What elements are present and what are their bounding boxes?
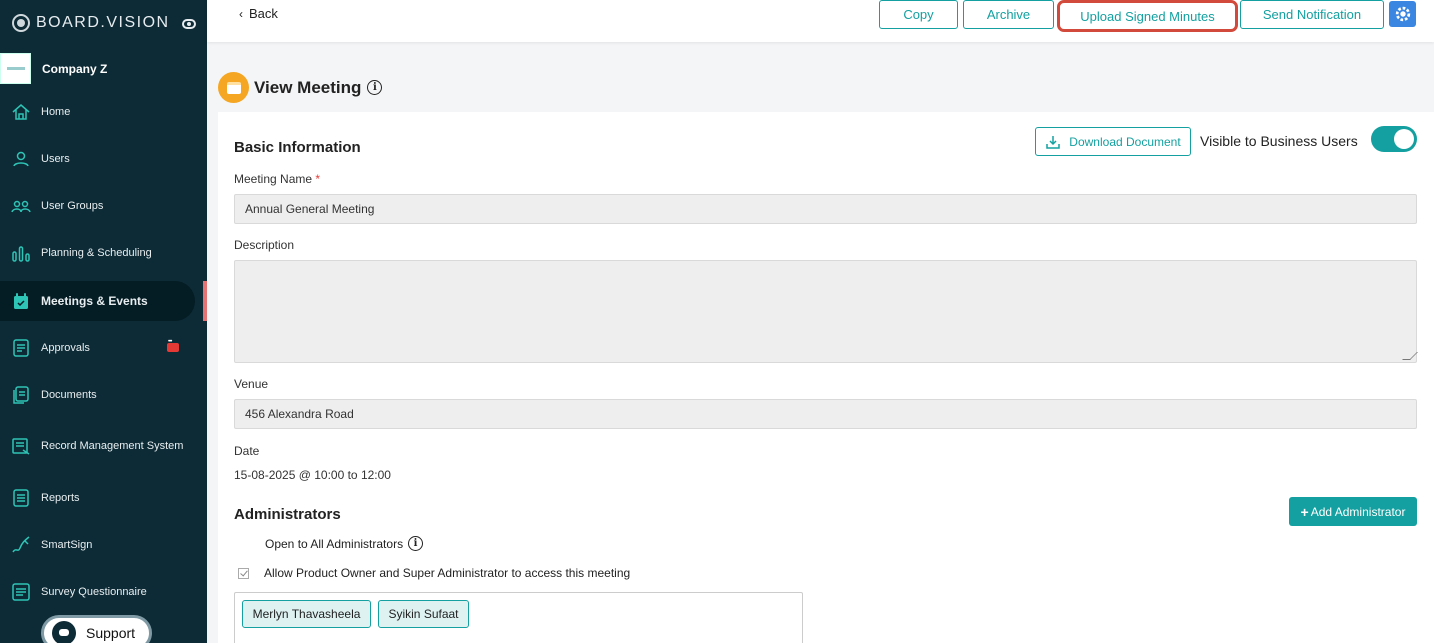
meeting-name-label: Meeting Name *: [234, 172, 321, 186]
sidebar-item-meetings[interactable]: Meetings & Events: [0, 281, 195, 321]
sidebar-item-record-management[interactable]: Record Management System: [0, 426, 195, 466]
sidebar-item-users[interactable]: Users: [0, 139, 195, 179]
sidebar-item-reports[interactable]: Reports: [0, 478, 195, 518]
chevron-left-icon: ‹: [239, 6, 243, 21]
sidebar: BOARD.VISION Company Z Home Users User G…: [0, 0, 207, 643]
sidebar-item-label: Users: [41, 153, 70, 165]
active-indicator: [203, 281, 207, 321]
description-label: Description: [234, 238, 295, 252]
visible-to-business-users-toggle[interactable]: [1371, 126, 1417, 152]
bar-chart-icon: [11, 243, 31, 263]
archive-button[interactable]: Archive: [963, 0, 1054, 29]
basic-information-heading: Basic Information: [234, 139, 361, 156]
brand-name: BOARD.VISION: [36, 14, 170, 31]
sidebar-item-label: Meetings & Events: [41, 294, 148, 308]
brand-logo-icon: [12, 14, 30, 32]
meeting-details-card: Basic Information Download Document Visi…: [218, 112, 1434, 643]
documents-icon: [11, 385, 31, 405]
survey-icon: [11, 582, 31, 602]
download-document-label: Download Document: [1069, 134, 1181, 149]
sidebar-item-label: Documents: [41, 389, 97, 401]
gear-icon: [1395, 6, 1410, 22]
top-bar: ‹ Back Copy Archive Upload Signed Minute…: [207, 0, 1434, 42]
support-button[interactable]: Support: [41, 615, 152, 643]
sidebar-item-documents[interactable]: Documents: [0, 375, 195, 415]
calendar-icon: [218, 72, 249, 103]
upload-signed-minutes-button[interactable]: Upload Signed Minutes: [1057, 0, 1238, 32]
date-value: 15-08-2025 @ 10:00 to 12:00: [234, 468, 391, 482]
sidebar-item-approvals[interactable]: Approvals: [0, 328, 195, 368]
back-label: Back: [249, 6, 278, 21]
checkbox-checked-icon[interactable]: [238, 567, 249, 579]
date-label: Date: [234, 444, 260, 458]
toggle-visibility-icon[interactable]: [182, 19, 196, 29]
send-notification-button[interactable]: Send Notification: [1240, 0, 1384, 29]
sidebar-item-label: Record Management System: [41, 440, 184, 452]
settings-button[interactable]: [1389, 1, 1416, 27]
sidebar-item-planning[interactable]: Planning & Scheduling: [0, 233, 195, 273]
back-button[interactable]: ‹ Back: [239, 6, 278, 21]
resize-handle-icon[interactable]: [1402, 352, 1418, 360]
add-administrator-button[interactable]: + Add Administrator: [1289, 497, 1417, 526]
company-name: Company Z: [42, 61, 108, 76]
sidebar-item-smartsign[interactable]: SmartSign: [0, 525, 195, 565]
user-groups-icon: [11, 196, 31, 216]
sidebar-item-label: Approvals: [41, 342, 90, 354]
administrators-heading: Administrators: [234, 506, 341, 523]
sidebar-item-home[interactable]: Home: [0, 92, 195, 132]
administrator-chip[interactable]: Syikin Sufaat: [378, 600, 469, 628]
administrator-chip[interactable]: Merlyn Thavasheela: [242, 600, 371, 628]
administrator-list[interactable]: Merlyn Thavasheela Syikin Sufaat: [234, 592, 803, 643]
allow-owner-access-row: Allow Product Owner and Super Administra…: [238, 566, 630, 580]
notification-badge-icon: [167, 339, 179, 352]
signature-icon: [11, 535, 31, 555]
description-field[interactable]: [234, 260, 1418, 363]
home-icon: [11, 102, 31, 122]
calendar-icon: [11, 291, 31, 311]
page-title: View Meeting: [254, 77, 362, 97]
info-icon[interactable]: i: [408, 536, 424, 551]
brand[interactable]: BOARD.VISION: [12, 14, 170, 32]
chat-icon: [52, 621, 76, 643]
info-icon[interactable]: i: [367, 80, 383, 95]
copy-button[interactable]: Copy: [879, 0, 958, 29]
company-switcher[interactable]: Company Z: [0, 53, 107, 84]
visible-to-business-users-label: Visible to Business Users: [1200, 133, 1358, 149]
venue-field[interactable]: 456 Alexandra Road: [234, 399, 1417, 429]
sidebar-item-label: User Groups: [41, 200, 104, 212]
reports-icon: [11, 488, 31, 508]
sidebar-item-label: Survey Questionnaire: [41, 586, 147, 598]
company-logo: [0, 53, 31, 84]
download-icon: [1046, 135, 1061, 149]
approvals-icon: [11, 338, 31, 358]
sidebar-item-label: Home: [41, 106, 71, 118]
user-icon: [11, 149, 31, 169]
sidebar-item-survey[interactable]: Survey Questionnaire: [0, 572, 195, 612]
download-document-button[interactable]: Download Document: [1035, 127, 1191, 156]
support-label: Support: [86, 625, 136, 641]
sidebar-item-user-groups[interactable]: User Groups: [0, 186, 195, 226]
sidebar-item-label: SmartSign: [41, 539, 93, 551]
open-to-all-label: Open to All Administrators: [265, 536, 404, 551]
open-to-all-administrators: Open to All Administrators i: [265, 536, 424, 551]
sidebar-item-label: Reports: [41, 492, 80, 504]
meeting-name-field[interactable]: Annual General Meeting: [234, 194, 1417, 224]
record-icon: [11, 436, 31, 456]
venue-label: Venue: [234, 377, 269, 391]
page-header: View Meeting i: [218, 72, 383, 103]
sidebar-item-label: Planning & Scheduling: [41, 247, 152, 259]
add-administrator-label: Add Administrator: [1310, 504, 1406, 519]
allow-owner-access-label: Allow Product Owner and Super Administra…: [264, 566, 631, 580]
plus-icon: +: [1300, 503, 1309, 520]
